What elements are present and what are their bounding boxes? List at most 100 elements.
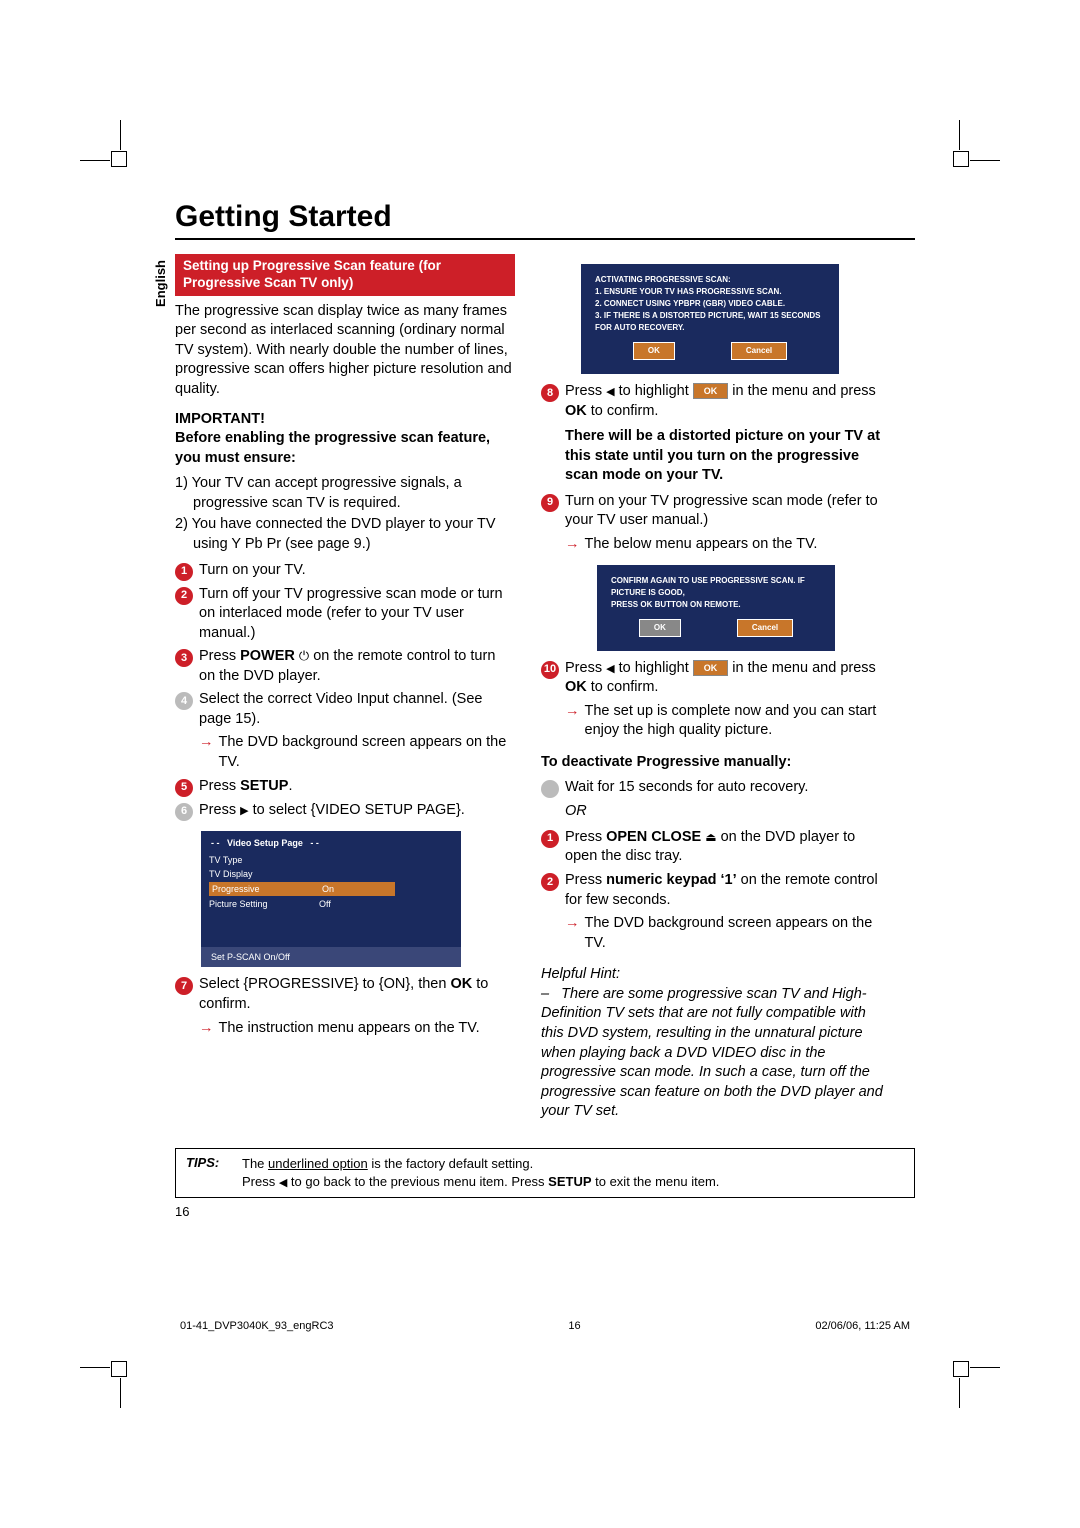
step-number: 7 xyxy=(175,977,193,995)
osd-cancel-button: Cancel xyxy=(737,619,793,637)
step-7-result: →The instruction menu appears on the TV. xyxy=(199,1019,515,1039)
step-number: 2 xyxy=(541,873,559,891)
step-text: Press to highlight OK in the menu and pr… xyxy=(565,382,891,421)
osd-activating: ACTIVATING PROGRESSIVE SCAN: 1. ENSURE Y… xyxy=(581,264,839,374)
step-5: 5 Press SETUP. xyxy=(175,777,515,797)
step-10: 10 Press to highlight OK in the menu and… xyxy=(541,659,891,698)
important-label: IMPORTANT! xyxy=(175,410,515,430)
osd-line: PRESS OK BUTTON ON REMOTE. xyxy=(611,599,821,611)
deact-bullet: Wait for 15 seconds for auto recovery. xyxy=(541,778,891,798)
step-number: 3 xyxy=(175,649,193,667)
osd-row: TV Type xyxy=(209,853,453,867)
step-10-list: 10 Press to highlight OK in the menu and… xyxy=(541,659,891,698)
step-number: 1 xyxy=(541,830,559,848)
step-text: Select the correct Video Input channel. … xyxy=(199,690,515,729)
page-content: English Getting Started Setting up Progr… xyxy=(175,200,915,1219)
arrow-icon: → xyxy=(199,1019,214,1039)
osd-row-highlighted: ProgressiveOn xyxy=(209,881,453,897)
steps-left-cont: 5 Press SETUP. 6 Press to select {VIDEO … xyxy=(175,777,515,821)
step-8-list: 8 Press to highlight OK in the menu and … xyxy=(541,382,891,421)
step-text: Press POWER on the remote control to tur… xyxy=(199,647,515,686)
osd-line: CONFIRM AGAIN TO USE PROGRESSIVE SCAN. I… xyxy=(611,575,821,599)
deactivate-heading: To deactivate Progressive manually: xyxy=(541,753,891,773)
step-6: 6 Press to select {VIDEO SETUP PAGE}. xyxy=(175,801,515,821)
right-column: ACTIVATING PROGRESSIVE SCAN: 1. ENSURE Y… xyxy=(541,254,891,1128)
step-number: 5 xyxy=(175,779,193,797)
step-1: 1 Turn on your TV. xyxy=(175,561,515,581)
step-number: 2 xyxy=(175,587,193,605)
tips-box: TIPS: The underlined option is the facto… xyxy=(175,1148,915,1199)
arrow-icon: → xyxy=(199,733,214,772)
osd-line: 1. ENSURE YOUR TV HAS PROGRESSIVE SCAN. xyxy=(595,286,825,298)
ensure-list: 1) Your TV can accept progressive signal… xyxy=(175,474,515,554)
osd-row: Picture SettingOff xyxy=(209,897,453,911)
ensure-item: 1) Your TV can accept progressive signal… xyxy=(175,474,515,513)
deact-step-2-result: →The DVD background screen appears on th… xyxy=(565,914,891,953)
step-number: 1 xyxy=(175,563,193,581)
step-7: 7 Select {PROGRESSIVE} to {ON}, then OK … xyxy=(175,975,515,1014)
page-title: Getting Started xyxy=(175,200,915,240)
deact-step-2: 2 Press numeric keypad ‘1’ on the remote… xyxy=(541,871,891,910)
footer-file: 01-41_DVP3040K_93_engRC3 xyxy=(180,1320,334,1332)
step-9-list: 9 Turn on your TV progressive scan mode (… xyxy=(541,492,891,531)
step-text: Press numeric keypad ‘1’ on the remote c… xyxy=(565,871,891,910)
osd-ok-button: OK xyxy=(639,619,681,637)
footer-date: 02/06/06, 11:25 AM xyxy=(815,1320,910,1332)
deact-wait: Wait for 15 seconds for auto recovery. xyxy=(541,778,891,798)
footer-page: 16 xyxy=(568,1320,580,1332)
intro-paragraph: The progressive scan display twice as ma… xyxy=(175,302,515,400)
language-tab: English xyxy=(153,260,168,307)
tips-label: TIPS: xyxy=(186,1155,242,1192)
osd-button-row: OK Cancel xyxy=(611,611,821,647)
section-header: Setting up Progressive Scan feature (for… xyxy=(175,254,515,296)
step-number: 4 xyxy=(175,692,193,710)
step-number: 8 xyxy=(541,384,559,402)
hint-label: Helpful Hint: xyxy=(541,965,891,985)
left-column: Setting up Progressive Scan feature (for… xyxy=(175,254,515,1128)
step-number: 6 xyxy=(175,803,193,821)
deact-steps: 1 Press OPEN CLOSE on the DVD player to … xyxy=(541,828,891,910)
page-number: 16 xyxy=(175,1204,915,1219)
left-arrow-icon xyxy=(606,383,614,399)
ensure-item: 2) You have connected the DVD player to … xyxy=(175,515,515,554)
warning-text: There will be a distorted picture on you… xyxy=(565,427,891,486)
osd-row: TV Display xyxy=(209,867,453,881)
step-3: 3 Press POWER on the remote control to t… xyxy=(175,647,515,686)
eject-icon xyxy=(705,829,716,845)
osd-confirm: CONFIRM AGAIN TO USE PROGRESSIVE SCAN. I… xyxy=(597,565,835,651)
arrow-icon: → xyxy=(565,702,580,741)
osd-line: ACTIVATING PROGRESSIVE SCAN: xyxy=(595,274,825,286)
step-text: Turn on your TV. xyxy=(199,561,515,581)
step-4: 4 Select the correct Video Input channel.… xyxy=(175,690,515,729)
arrow-icon: → xyxy=(565,914,580,953)
hint-body: – There are some progressive scan TV and… xyxy=(541,985,891,1122)
ok-chip: OK xyxy=(693,383,729,399)
osd-title: - - Video Setup Page - - xyxy=(201,831,461,851)
ok-chip: OK xyxy=(693,660,729,676)
step-9-result: →The below menu appears on the TV. xyxy=(565,535,891,555)
step-text: Turn on your TV progressive scan mode (r… xyxy=(565,492,891,531)
step-8: 8 Press to highlight OK in the menu and … xyxy=(541,382,891,421)
step-2: 2 Turn off your TV progressive scan mode … xyxy=(175,585,515,644)
step-text: Select {PROGRESSIVE} to {ON}, then OK to… xyxy=(199,975,515,1014)
step-text: Turn off your TV progressive scan mode o… xyxy=(199,585,515,644)
right-arrow-icon xyxy=(240,802,248,818)
left-arrow-icon xyxy=(606,660,614,676)
step-number: 9 xyxy=(541,494,559,512)
or-text: OR xyxy=(565,802,891,822)
osd-line: 2. CONNECT USING YPBPR (GBR) VIDEO CABLE… xyxy=(595,298,825,310)
step-7-list: 7 Select {PROGRESSIVE} to {ON}, then OK … xyxy=(175,975,515,1014)
step-10-result: →The set up is complete now and you can … xyxy=(565,702,891,741)
step-text: Press to select {VIDEO SETUP PAGE}. xyxy=(199,801,515,821)
osd-footer: Set P-SCAN On/Off xyxy=(201,947,461,967)
bullet-icon xyxy=(541,780,559,798)
power-icon xyxy=(299,648,309,664)
step-number: 10 xyxy=(541,661,559,679)
deact-step-1: 1 Press OPEN CLOSE on the DVD player to … xyxy=(541,828,891,867)
osd-cancel-button: Cancel xyxy=(731,342,787,360)
osd-video-setup: - - Video Setup Page - - TV Type TV Disp… xyxy=(201,831,461,968)
tips-body: The underlined option is the factory def… xyxy=(242,1155,904,1192)
osd-ok-button: OK xyxy=(633,342,675,360)
osd-body: TV Type TV Display ProgressiveOn Picture… xyxy=(201,851,461,948)
footer-line: 01-41_DVP3040K_93_engRC3 16 02/06/06, 11… xyxy=(180,1320,910,1332)
